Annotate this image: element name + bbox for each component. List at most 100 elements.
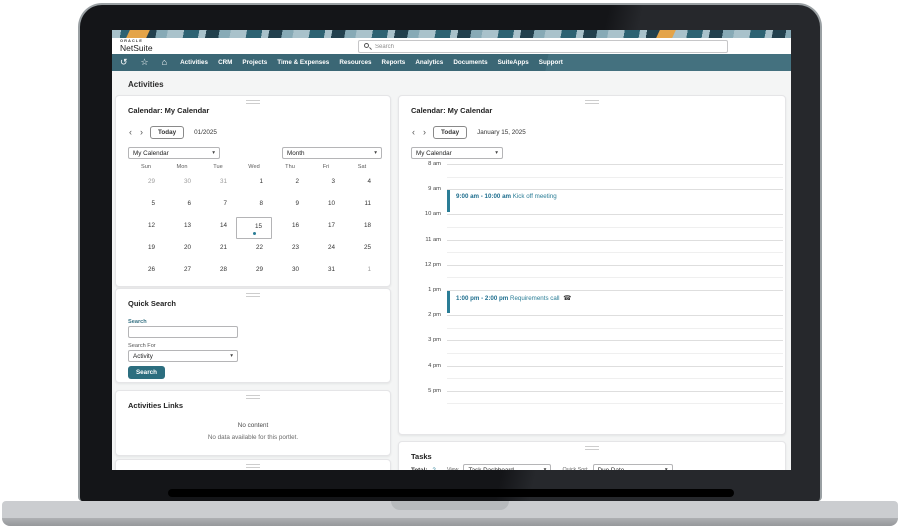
calendar-day[interactable]: 26 [128,261,164,283]
tasks-controls-row: Total: 2 View Task Dashboard ▾ Quick Sor… [411,464,673,470]
global-search[interactable] [358,40,728,53]
calendar-period: 01/2025 [194,129,217,136]
calendar-event-requirements-call[interactable]: 1:00 pm - 2:00 pm Requirements call ☎ [447,291,783,313]
calendar-select[interactable]: My Calendar ▾ [128,147,220,159]
today-button[interactable]: Today [433,126,468,139]
chevron-right-icon[interactable]: › [422,127,427,138]
calendar-day[interactable]: 29 [128,173,164,195]
brand-pattern-strip [112,30,791,38]
hour-row[interactable]: 10 am [411,211,783,239]
calendar-day[interactable]: 14 [200,217,236,239]
nav-item-documents[interactable]: Documents [453,59,487,66]
calendar-day[interactable]: 27 [164,261,200,283]
month-calendar-portlet: Calendar: My Calendar ‹ › Today 01/2025 … [115,95,391,287]
calendar-select[interactable]: My Calendar ▾ [411,147,503,159]
portlet-drag-handle[interactable] [585,446,599,450]
calendar-day[interactable]: 30 [164,173,200,195]
chevron-left-icon[interactable]: ‹ [128,127,133,138]
calendar-day[interactable]: 31 [308,261,344,283]
today-button[interactable]: Today [150,126,185,139]
day-grid: 8 am 9 am 10 am 11 am 12 pm 1 pm 2 pm 3 … [411,161,783,416]
nav-item-suiteapps[interactable]: SuiteApps [498,59,529,66]
favorites-star-icon[interactable]: ☆ [141,57,149,68]
calendar-day[interactable]: 29 [236,261,272,283]
calendar-day[interactable]: 18 [344,217,380,239]
history-icon[interactable]: ↺ [120,57,128,68]
hour-row[interactable]: 5 pm [411,388,783,416]
hour-row[interactable]: 12 pm [411,262,783,290]
calendar-day[interactable]: 19 [128,239,164,261]
calendar-day-selected[interactable]: 15 [236,217,272,239]
laptop-base-edge [2,518,898,526]
calendar-day[interactable]: 22 [236,239,272,261]
nav-item-reports[interactable]: Reports [382,59,406,66]
calendar-day[interactable]: 6 [164,195,200,217]
calendar-day[interactable]: 7 [200,195,236,217]
portlet-title: Tasks [411,452,432,461]
search-icon [364,43,372,50]
portlet-title: Quick Search [128,299,176,308]
portlet-drag-handle[interactable] [246,100,260,104]
chevron-left-icon[interactable]: ‹ [411,127,416,138]
quick-search-portlet: Quick Search Search Search For Activity … [115,288,391,383]
calendar-day[interactable]: 1 [344,261,380,283]
calendar-day[interactable]: 10 [308,195,344,217]
nav-item-time-expenses[interactable]: Time & Expenses [277,59,329,66]
portlet-drag-handle[interactable] [246,464,260,468]
calendar-day[interactable]: 8 [236,195,272,217]
task-view-select[interactable]: Task Dashboard ▾ [463,464,552,470]
nav-item-support[interactable]: Support [539,59,563,66]
hour-row[interactable]: 11 am [411,237,783,265]
home-icon[interactable]: ⌂ [162,57,167,68]
calendar-day[interactable]: 13 [164,217,200,239]
calendar-day[interactable]: 28 [200,261,236,283]
portlet-title: Calendar: My Calendar [411,106,493,115]
event-dot [253,232,256,235]
calendar-day[interactable]: 31 [200,173,236,195]
calendar-day[interactable]: 1 [236,173,272,195]
nav-item-crm[interactable]: CRM [218,59,232,66]
quick-sort-select[interactable]: Due Date ▾ [592,464,673,470]
hour-row[interactable]: 4 pm [411,363,783,391]
hour-row[interactable]: 8 am [411,161,783,189]
calendar-day[interactable]: 16 [272,217,308,239]
calendar-day[interactable]: 9 [272,195,308,217]
dropdown-arrow-icon: ▾ [543,467,547,470]
calendar-day[interactable]: 24 [308,239,344,261]
netsuite-logo: ORACLE NetSuite [120,39,153,53]
top-header: ORACLE NetSuite [112,38,791,54]
tasks-portlet: Tasks Total: 2 View Task Dashboard ▾ Qui… [398,441,786,470]
portlet-drag-handle[interactable] [246,395,260,399]
quick-search-button[interactable]: Search [128,366,165,379]
global-search-input[interactable] [375,43,722,50]
calendar-day[interactable]: 4 [344,173,380,195]
calendar-day[interactable]: 3 [308,173,344,195]
calendar-day[interactable]: 30 [272,261,308,283]
portlet-drag-handle[interactable] [585,100,599,104]
nav-item-resources[interactable]: Resources [339,59,371,66]
calendar-event-kickoff[interactable]: 9:00 am - 10:00 am Kick off meeting [447,190,783,212]
calendar-day[interactable]: 20 [164,239,200,261]
chevron-right-icon[interactable]: › [139,127,144,138]
hour-row[interactable]: 3 pm [411,337,783,365]
dashboard-content: Activities Calendar: My Calendar ‹ › Tod… [112,71,791,470]
nav-item-analytics[interactable]: Analytics [415,59,443,66]
calendar-day[interactable]: 12 [128,217,164,239]
strip-orange-accent [656,30,676,38]
calendar-day[interactable]: 23 [272,239,308,261]
nav-item-activities[interactable]: Activities [180,59,208,66]
search-for-select[interactable]: Activity ▾ [128,350,238,362]
portlet-drag-handle[interactable] [246,293,260,297]
calendar-day[interactable]: 21 [200,239,236,261]
total-count-link[interactable]: 2 [432,467,435,471]
calendar-day[interactable]: 11 [344,195,380,217]
calendar-day[interactable]: 17 [308,217,344,239]
nav-item-projects[interactable]: Projects [242,59,267,66]
calendar-day[interactable]: 5 [128,195,164,217]
quick-search-input[interactable] [128,326,238,338]
calendar-day[interactable]: 2 [272,173,308,195]
view-mode-select[interactable]: Month ▾ [282,147,382,159]
calendar-date: January 15, 2025 [477,129,526,136]
calendar-day[interactable]: 25 [344,239,380,261]
hour-row[interactable]: 2 pm [411,312,783,340]
